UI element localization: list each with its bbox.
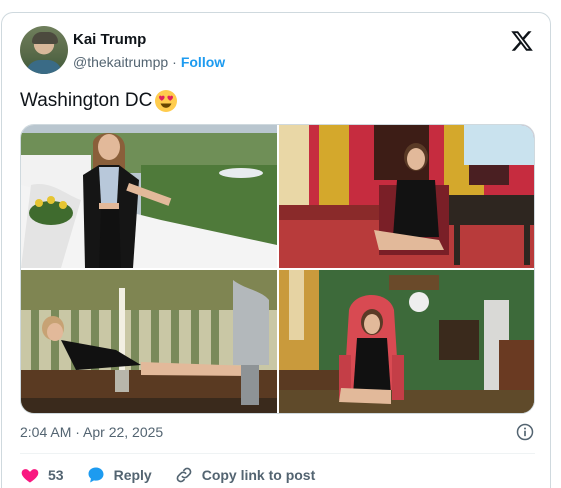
author-handle-row: @thekaitrumpp · Follow — [73, 54, 225, 70]
info-icon[interactable] — [515, 422, 535, 442]
action-bar: 53 Reply Copy link to post — [20, 465, 315, 485]
media-grid — [20, 124, 535, 414]
copy-link-label: Copy link to post — [201, 467, 316, 483]
tweet-card: Kai Trump @thekaitrumpp · Follow Washing… — [1, 12, 551, 488]
author-avatar[interactable] — [20, 26, 68, 74]
link-icon — [176, 467, 192, 483]
reply-label: Reply — [113, 467, 152, 483]
follow-button[interactable]: Follow — [181, 54, 225, 70]
author-name[interactable]: Kai Trump — [73, 31, 146, 48]
divider — [20, 453, 535, 454]
reply-button[interactable]: Reply — [86, 465, 152, 485]
photo-couch-image — [21, 270, 277, 413]
avatar-shirt — [26, 60, 62, 74]
photo-couch[interactable] — [21, 270, 277, 413]
avatar-cap — [32, 32, 58, 44]
photo-green-room[interactable] — [279, 270, 534, 413]
photo-balcony-image — [21, 125, 277, 268]
reply-bubble-icon — [88, 467, 104, 483]
photo-balcony[interactable] — [21, 125, 277, 268]
like-button[interactable]: 53 — [20, 465, 64, 485]
copy-link-button[interactable]: Copy link to post — [174, 465, 316, 485]
x-logo-icon[interactable] — [510, 29, 534, 53]
photo-red-room[interactable] — [279, 125, 534, 268]
photo-green-room-image — [279, 270, 534, 413]
handle-separator: · — [172, 54, 177, 70]
tweet-meta-row: 2:04 AM · Apr 22, 2025 — [20, 422, 535, 442]
tweet-text-row: Washington DC — [20, 89, 178, 113]
tweet-timestamp[interactable]: 2:04 AM · Apr 22, 2025 — [20, 424, 163, 440]
like-count: 53 — [48, 467, 64, 483]
photo-red-room-image — [279, 125, 534, 268]
heart-eyes-emoji-icon — [155, 90, 178, 112]
heart-icon — [21, 469, 39, 483]
author-handle[interactable]: @thekaitrumpp — [73, 54, 168, 70]
tweet-text: Washington DC — [20, 90, 153, 111]
